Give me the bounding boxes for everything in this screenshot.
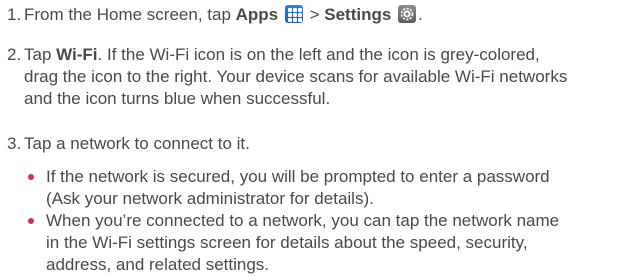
step-number: 3. [7,134,22,153]
bullet-line: (Ask your network administrator for deta… [46,189,374,208]
bullet-item-secured-network: If the network is secured, you will be p… [28,166,628,210]
step-number: 1. [7,5,22,24]
bullet-line: in the Wi-Fi settings screen for details… [46,233,528,252]
apps-label: Apps [235,5,279,24]
bullet-line: address, and related settings. [46,255,270,274]
step-1: 1. From the Home screen, tap Apps > Sett… [7,4,627,26]
bullet-line: If the network is secured, you will be p… [46,167,550,186]
step-2-line-1: Tap Wi-Fi. If the Wi-Fi icon is on the l… [24,44,627,66]
bullet-text: When you’re connected to a network, you … [46,210,628,276]
step-2-line-3: and the icon turns blue when successful. [24,89,331,108]
period: . [418,5,423,24]
wifi-label: Wi-Fi [56,45,98,64]
separator-text: > [304,5,325,24]
step-1-text: From the Home screen, tap [24,5,236,24]
bullet-item-connected-network: When you’re connected to a network, you … [28,210,628,276]
text-fragment: . If the Wi-Fi icon is on the left and t… [97,45,540,64]
settings-gear-icon [398,5,417,23]
step-2: 2. Tap Wi-Fi. If the Wi-Fi icon is on th… [7,44,627,110]
bullet-dot-icon [28,218,34,224]
step-3: 3. Tap a network to connect to it. [7,133,627,155]
bullet-dot-icon [28,174,34,180]
bullet-line: When you’re connected to a network, you … [46,211,560,230]
step-text: Tap a network to connect to it. [24,134,250,153]
apps-grid-icon [284,5,303,23]
step-2-line-2: drag the icon to the right. Your device … [24,67,568,86]
settings-label: Settings [324,5,392,24]
step-text: From the Home screen, tap Apps > Setting… [24,4,627,26]
text-fragment: Tap [24,45,57,64]
step-text: Tap Wi-Fi. If the Wi-Fi icon is on the l… [24,44,627,110]
bullet-text: If the network is secured, you will be p… [46,166,628,210]
instructions-document: 1. From the Home screen, tap Apps > Sett… [0,0,632,277]
step-number: 2. [7,45,22,64]
